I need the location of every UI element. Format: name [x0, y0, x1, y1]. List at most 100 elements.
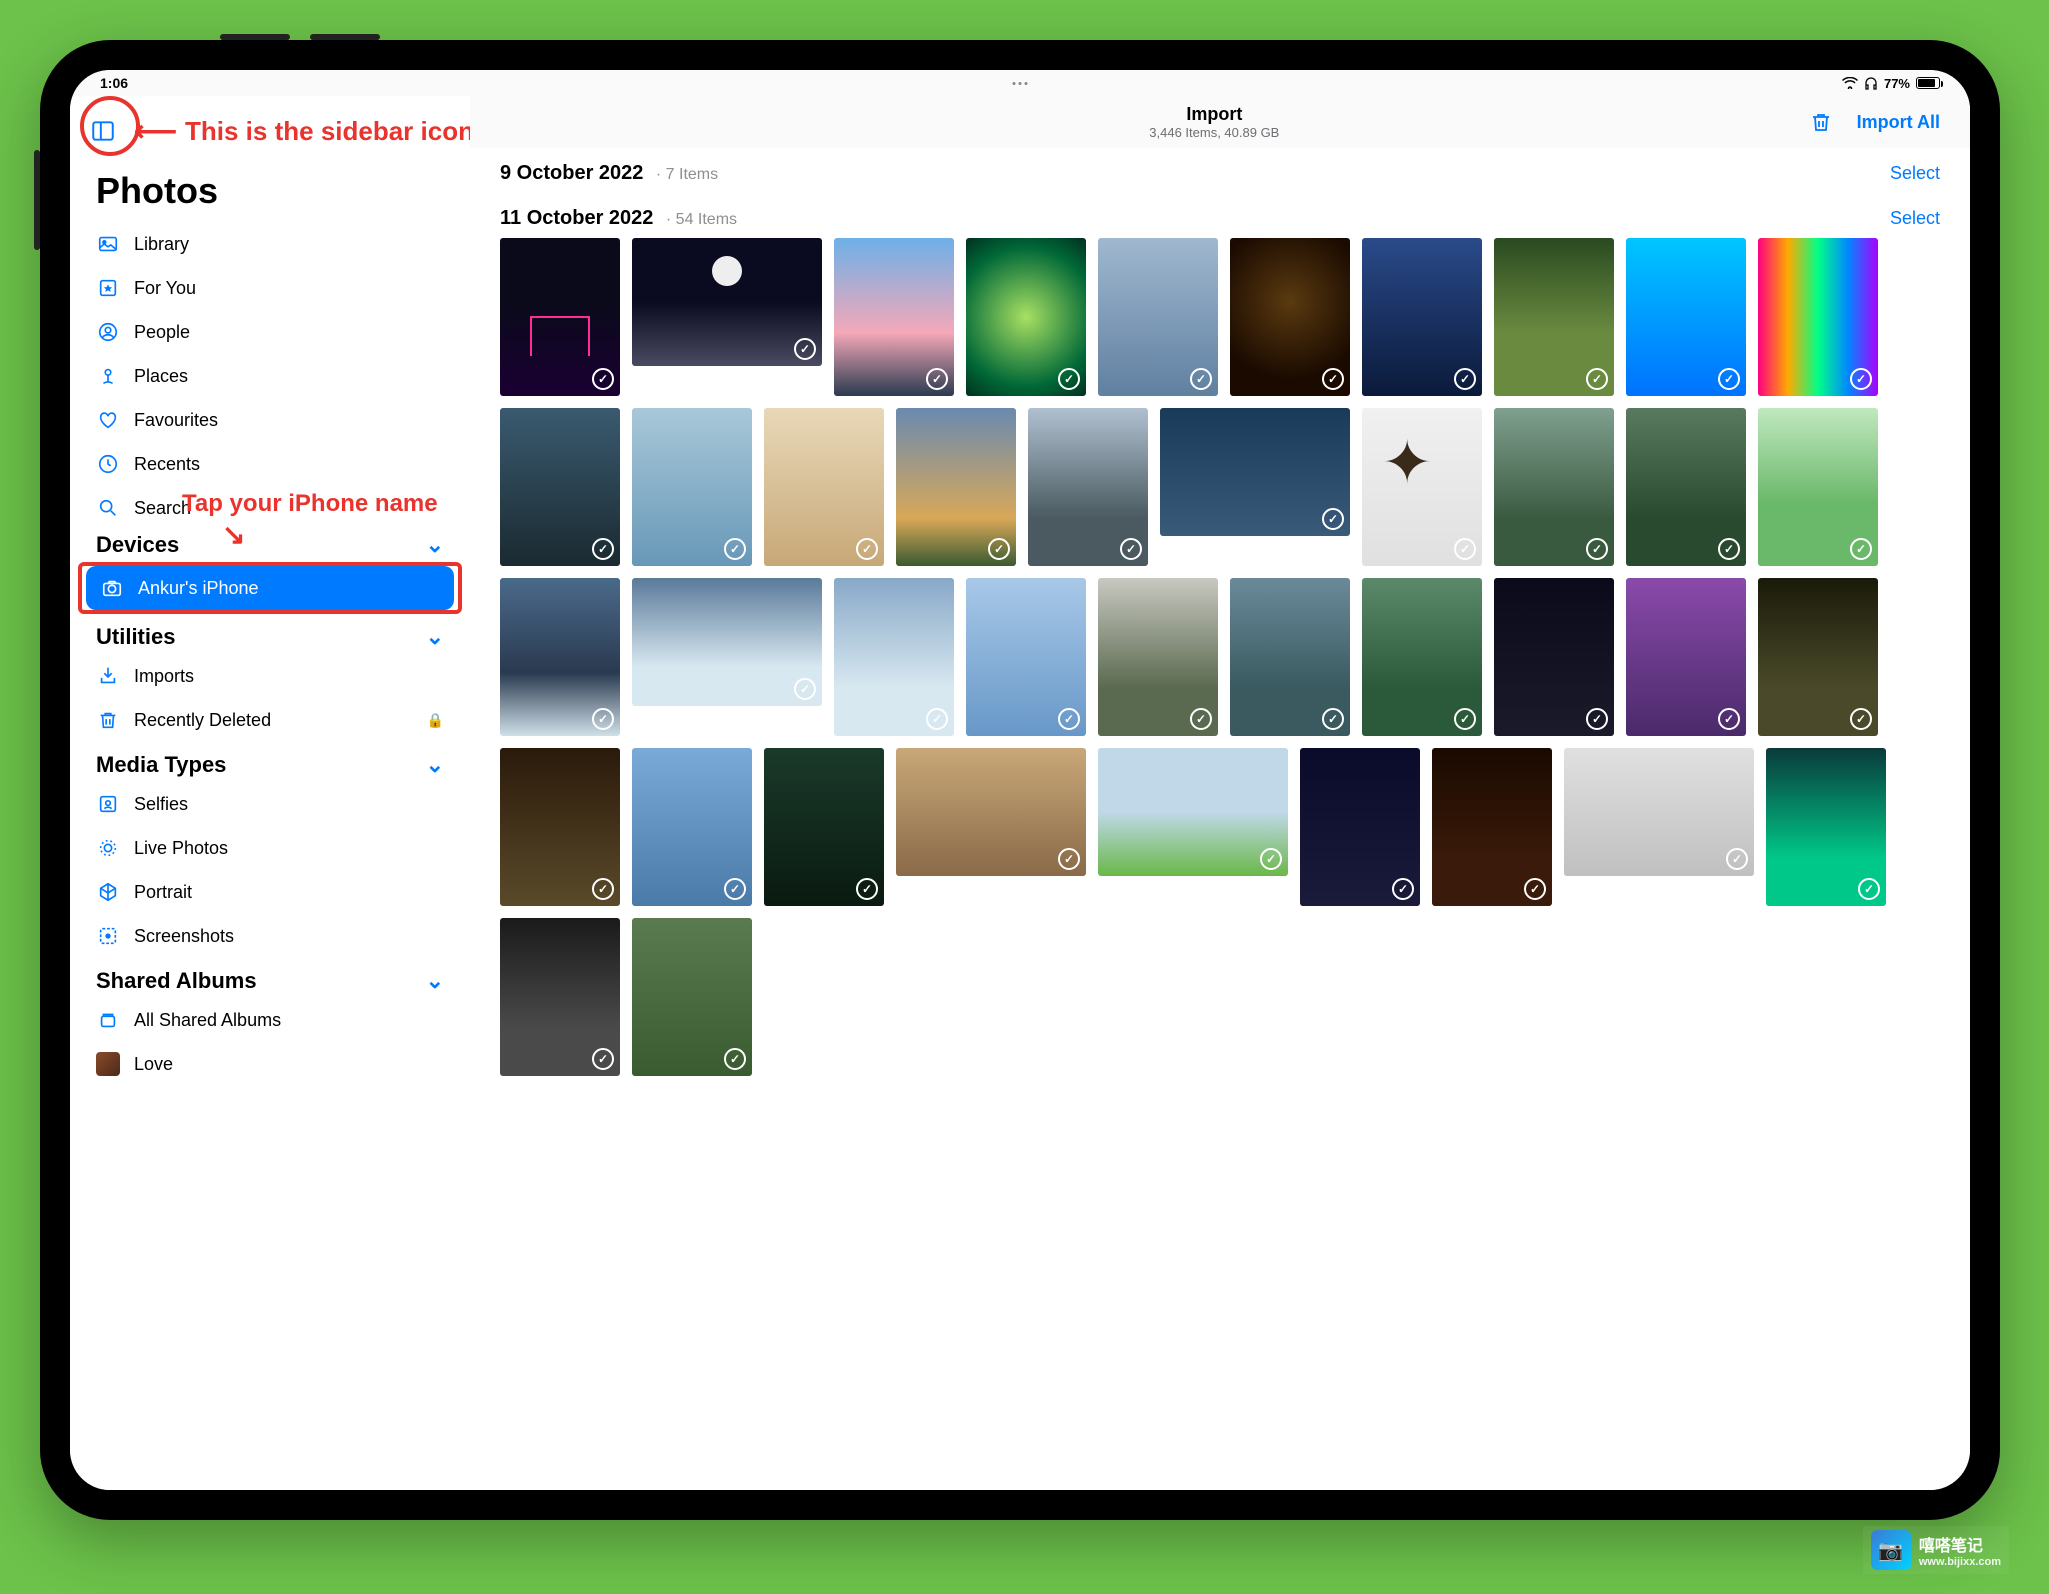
check-icon: ✓ [1586, 368, 1608, 390]
check-icon: ✓ [794, 678, 816, 700]
section-utilities[interactable]: Utilities ⌄ [82, 614, 458, 654]
sidebar-item-all-shared[interactable]: All Shared Albums [82, 998, 458, 1042]
photo-thumbnail[interactable]: ✓ [1230, 578, 1350, 736]
photo-thumbnail[interactable]: ✓ [1230, 238, 1350, 396]
check-icon: ✓ [926, 368, 948, 390]
photo-thumbnail[interactable]: ✓ [1758, 578, 1878, 736]
sidebar-item-label: Live Photos [134, 838, 228, 859]
check-icon: ✓ [1858, 878, 1880, 900]
photo-thumbnail[interactable]: ✓ [1098, 238, 1218, 396]
import-all-button[interactable]: Import All [1857, 112, 1940, 133]
photo-thumbnail[interactable]: ✓ [1098, 748, 1288, 876]
photo-thumbnail[interactable]: ✓ [834, 238, 954, 396]
watermark-name: 嘻嗒笔记 [1919, 1532, 2001, 1556]
photo-thumbnail[interactable]: ✓ [1098, 578, 1218, 736]
photo-thumbnail[interactable]: ✦✓ [1362, 408, 1482, 566]
photo-thumbnail[interactable]: ✓ [1758, 408, 1878, 566]
photo-thumbnail[interactable]: ✓ [1300, 748, 1420, 906]
delete-button[interactable] [1809, 110, 1833, 134]
photo-thumbnail[interactable]: ✓ [1432, 748, 1552, 906]
sidebar-item-recents[interactable]: Recents [82, 442, 458, 486]
photo-thumbnail[interactable]: ✓ [834, 578, 954, 736]
photo-thumbnail[interactable]: ✓ [1626, 238, 1746, 396]
headphones-icon [1864, 76, 1878, 90]
sidebar-item-foryou[interactable]: For You [82, 266, 458, 310]
arrow-down-icon: ↘ [222, 518, 245, 551]
power-button [34, 150, 40, 250]
photo-thumbnail[interactable]: ✓ [1564, 748, 1754, 876]
photo-thumbnail[interactable]: ✓ [632, 578, 822, 706]
check-icon: ✓ [1718, 708, 1740, 730]
photo-thumbnail[interactable]: ✓ [500, 578, 620, 736]
sidebar-item-label: Recently Deleted [134, 710, 271, 731]
photo-thumbnail[interactable]: ✓ [1494, 578, 1614, 736]
section-devices[interactable]: Devices ⌄ [82, 522, 458, 562]
photo-thumbnail[interactable]: ✓ [764, 748, 884, 906]
sidebar-toggle-button[interactable] [90, 106, 116, 156]
sidebar-item-imports[interactable]: Imports [82, 654, 458, 698]
photo-thumbnail[interactable]: ✓ [1626, 578, 1746, 736]
sidebar-item-label: Portrait [134, 882, 192, 903]
check-icon: ✓ [1058, 708, 1080, 730]
photo-thumbnail[interactable]: ✓ [966, 578, 1086, 736]
topbar-title: Import [620, 104, 1809, 125]
check-icon: ✓ [1850, 368, 1872, 390]
volume-down-button [310, 34, 380, 40]
check-icon: ✓ [1524, 878, 1546, 900]
sidebar-item-label: Ankur's iPhone [138, 578, 259, 599]
photo-thumbnail[interactable]: ✓ [632, 408, 752, 566]
sidebar-item-library[interactable]: Library [82, 222, 458, 266]
select-button[interactable]: Select [1890, 163, 1940, 184]
photo-thumbnail[interactable]: ✓ [1362, 238, 1482, 396]
check-icon: ✓ [1718, 538, 1740, 560]
sidebar-item-live-photos[interactable]: Live Photos [82, 826, 458, 870]
photo-thumbnail[interactable]: ✓ [500, 408, 620, 566]
section-media-types[interactable]: Media Types ⌄ [82, 742, 458, 782]
photo-thumbnail[interactable]: ✓ [1160, 408, 1350, 536]
check-icon: ✓ [1120, 538, 1142, 560]
photo-thumbnail[interactable]: ✓ [966, 238, 1086, 396]
screenshot-icon [96, 924, 120, 948]
photo-thumbnail[interactable]: ✓ [500, 918, 620, 1076]
live-photos-icon [96, 836, 120, 860]
photo-thumbnail[interactable]: ✓ [1494, 408, 1614, 566]
sidebar-item-screenshots[interactable]: Screenshots [82, 914, 458, 958]
photo-thumbnail[interactable]: ✓ [896, 408, 1016, 566]
lock-icon: 🔒 [427, 712, 444, 729]
topbar-subtitle: 3,446 Items, 40.89 GB [620, 125, 1809, 140]
check-icon: ✓ [1322, 708, 1344, 730]
annotation-iphone-text: Tap your iPhone name ↘ [82, 490, 458, 518]
photo-thumbnail[interactable]: ✓ [500, 748, 620, 906]
photo-thumbnail[interactable]: ✓ [1626, 408, 1746, 566]
photo-thumbnail[interactable]: ✓ [896, 748, 1086, 876]
sidebar-item-recently-deleted[interactable]: Recently Deleted 🔒 [82, 698, 458, 742]
photo-thumbnail[interactable]: ✓ [632, 918, 752, 1076]
check-icon: ✓ [1454, 708, 1476, 730]
sidebar-item-label: Selfies [134, 794, 188, 815]
sidebar-item-favourites[interactable]: Favourites [82, 398, 458, 442]
sidebar-item-label: Favourites [134, 410, 218, 431]
sidebar-item-love[interactable]: Love [82, 1042, 458, 1086]
photo-thumbnail[interactable]: ✓ [1758, 238, 1878, 396]
sidebar-item-device-iphone[interactable]: Ankur's iPhone [86, 566, 454, 610]
sidebar-item-places[interactable]: Places [82, 354, 458, 398]
section-shared-albums[interactable]: Shared Albums ⌄ [82, 958, 458, 998]
main-content: Import 3,446 Items, 40.89 GB Import All … [470, 96, 1970, 1490]
photo-thumbnail[interactable]: ✓ [1494, 238, 1614, 396]
photo-thumbnail[interactable]: ✓ [764, 408, 884, 566]
select-button[interactable]: Select [1890, 208, 1940, 229]
sidebar-item-people[interactable]: People [82, 310, 458, 354]
photo-thumbnail[interactable]: ✓ [632, 748, 752, 906]
sidebar-item-portrait[interactable]: Portrait [82, 870, 458, 914]
photo-thumbnail[interactable]: ✓ [500, 238, 620, 396]
check-icon: ✓ [1586, 538, 1608, 560]
photo-thumbnail[interactable]: ✓ [1028, 408, 1148, 566]
status-right: 77% [1842, 76, 1940, 91]
check-icon: ✓ [724, 538, 746, 560]
watermark: 📷 嘻嗒笔记 www.bijixx.com [1863, 1526, 2009, 1574]
trash-icon [1809, 110, 1833, 134]
photo-thumbnail[interactable]: ✓ [1766, 748, 1886, 906]
photo-thumbnail[interactable]: ✓ [632, 238, 822, 366]
photo-thumbnail[interactable]: ✓ [1362, 578, 1482, 736]
sidebar-item-selfies[interactable]: Selfies [82, 782, 458, 826]
